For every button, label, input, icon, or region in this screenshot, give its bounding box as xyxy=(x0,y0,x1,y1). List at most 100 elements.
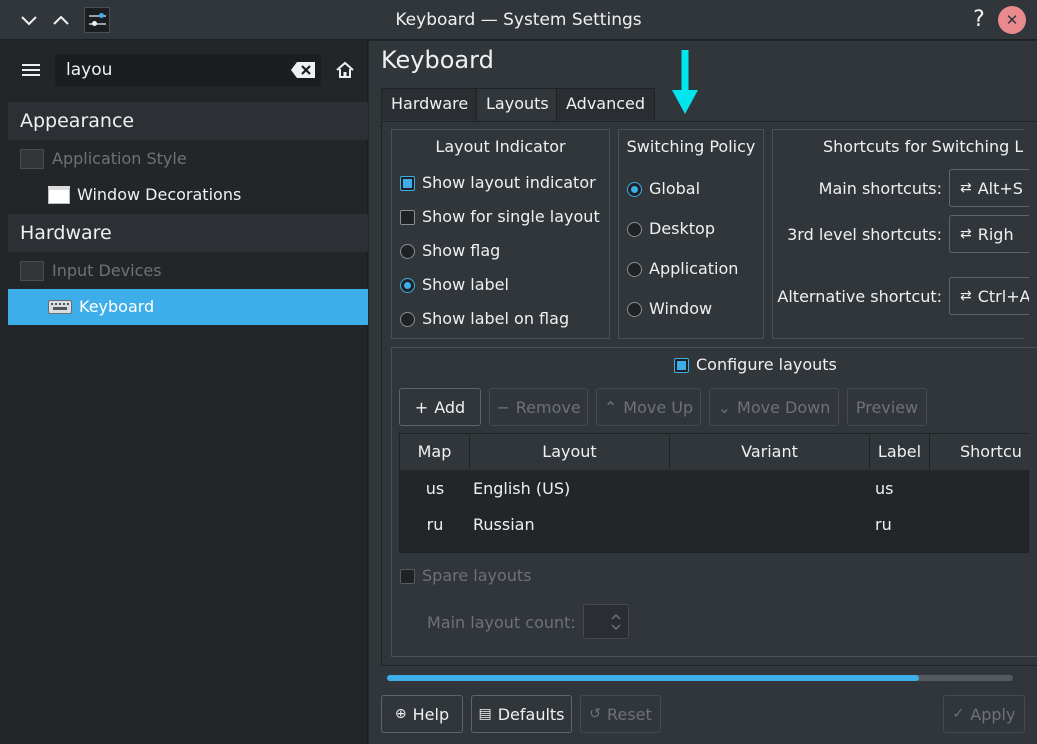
option-label: Show layout indicator xyxy=(422,173,596,192)
preview-button[interactable]: Preview xyxy=(847,388,927,426)
button-label: Move Down xyxy=(737,397,831,417)
sidebar-item-label: Input Devices xyxy=(52,261,162,280)
document-icon: ▤ xyxy=(478,706,492,722)
sidebar-item-window-decorations[interactable]: Window Decorations xyxy=(8,177,368,213)
button-label: Remove xyxy=(515,397,581,417)
table-cell-map: us xyxy=(425,479,445,498)
third-level-shortcuts-button[interactable]: ⇄ Righ xyxy=(949,215,1029,253)
option-label: Application xyxy=(649,259,739,278)
button-label: Move Up xyxy=(623,397,694,417)
window-title: Keyboard — System Settings xyxy=(395,10,642,30)
option-label: Spare layouts xyxy=(422,566,532,585)
lifebuoy-icon: ⊕ xyxy=(394,706,407,722)
option-label: Show for single layout xyxy=(422,207,600,226)
checkbox-unchecked xyxy=(400,209,415,225)
layout-indicator-title: Layout Indicator xyxy=(435,137,566,156)
help-icon[interactable]: ? xyxy=(966,6,992,34)
column-header-map[interactable]: Map xyxy=(400,434,470,470)
apply-button[interactable]: ✓ Apply xyxy=(943,695,1025,733)
search-input[interactable]: layou xyxy=(66,53,112,87)
page-title: Keyboard xyxy=(381,46,494,74)
clear-search-button[interactable] xyxy=(290,61,316,83)
button-label: Preview xyxy=(855,397,919,417)
tab-layouts[interactable]: Layouts xyxy=(476,88,559,121)
shortcut-config-icon: ⇄ xyxy=(960,226,972,242)
spinbox-value xyxy=(584,605,608,638)
home-icon xyxy=(336,61,354,78)
radio-unchecked xyxy=(627,221,642,237)
chevron-down-icon: ⌄ xyxy=(717,397,732,417)
policy-window-radio[interactable]: Window xyxy=(627,298,712,320)
policy-application-radio[interactable]: Application xyxy=(627,258,738,280)
spare-layouts-checkbox[interactable]: Spare layouts xyxy=(400,565,532,587)
close-button[interactable]: ✕ xyxy=(998,6,1026,34)
table-cell-map: ru xyxy=(426,515,444,534)
option-label: Show flag xyxy=(422,241,501,260)
option-label: Desktop xyxy=(649,219,715,238)
column-header-shortcut[interactable]: Shortcu xyxy=(930,434,1029,470)
switching-policy-title: Switching Policy xyxy=(626,137,756,156)
remove-layout-button[interactable]: − Remove xyxy=(489,388,588,426)
add-layout-button[interactable]: + Add xyxy=(399,388,481,426)
main-layout-count-label: Main layout count: xyxy=(427,613,576,632)
radio-unchecked xyxy=(627,261,642,277)
undo-icon: ↺ xyxy=(589,706,602,722)
hamburger-menu-button[interactable] xyxy=(22,62,40,82)
radio-unchecked xyxy=(400,243,415,259)
input-devices-icon xyxy=(20,261,44,281)
option-label: Window xyxy=(649,299,713,318)
tab-advanced[interactable]: Advanced xyxy=(556,88,656,120)
option-label: Global xyxy=(649,179,701,198)
show-layout-indicator-checkbox[interactable]: Show layout indicator xyxy=(400,172,596,194)
scrollbar-handle[interactable] xyxy=(387,675,919,681)
show-flag-radio[interactable]: Show flag xyxy=(400,240,500,262)
policy-desktop-radio[interactable]: Desktop xyxy=(627,218,715,240)
main-layout-count-spinbox[interactable] xyxy=(583,604,629,639)
main-shortcuts-button[interactable]: ⇄ Alt+S xyxy=(949,169,1029,207)
sidebar-item-label: Keyboard xyxy=(79,297,155,316)
configure-layouts-checkbox[interactable]: Configure layouts xyxy=(674,354,837,376)
move-up-button[interactable]: ⌃ Move Up xyxy=(596,388,701,426)
button-label: Defaults xyxy=(497,704,565,724)
backspace-icon xyxy=(291,62,315,78)
option-label: Configure layouts xyxy=(696,355,837,374)
sidebar-item-application-style: Application Style xyxy=(8,141,368,177)
shortcut-config-icon: ⇄ xyxy=(960,288,972,304)
show-label-radio[interactable]: Show label xyxy=(400,274,509,296)
checkbox-checked xyxy=(400,175,415,191)
keyboard-icon xyxy=(48,300,72,314)
table-cell-layout: Russian xyxy=(473,515,535,534)
hamburger-icon xyxy=(22,64,40,76)
radio-checked xyxy=(627,181,642,197)
show-label-on-flag-radio[interactable]: Show label on flag xyxy=(400,308,569,330)
alternative-shortcut-label: Alternative shortcut: xyxy=(777,287,942,306)
column-header-variant[interactable]: Variant xyxy=(670,434,870,470)
plus-icon: + xyxy=(414,397,429,417)
shortcut-config-icon: ⇄ xyxy=(960,180,972,196)
reset-button[interactable]: ↺ Reset xyxy=(580,695,661,733)
table-cell-label: ru xyxy=(875,515,892,534)
policy-global-radio[interactable]: Global xyxy=(627,178,700,200)
radio-unchecked xyxy=(627,301,642,317)
move-down-button[interactable]: ⌄ Move Down xyxy=(709,388,839,426)
help-button[interactable]: ⊕ Help xyxy=(381,695,463,733)
show-for-single-layout-checkbox[interactable]: Show for single layout xyxy=(400,206,600,228)
defaults-button[interactable]: ▤ Defaults xyxy=(471,695,572,733)
column-header-layout[interactable]: Layout xyxy=(470,434,670,470)
third-level-shortcuts-label: 3rd level shortcuts: xyxy=(787,225,942,244)
radio-checked xyxy=(400,277,415,293)
checkbox-checked xyxy=(674,357,689,373)
window-icon xyxy=(48,186,70,204)
button-label: Help xyxy=(412,704,450,724)
tab-hardware[interactable]: Hardware xyxy=(381,88,479,120)
main-shortcuts-label: Main shortcuts: xyxy=(818,179,942,198)
annotation-arrow-icon xyxy=(672,50,698,114)
spin-arrows-icon xyxy=(611,613,621,631)
sidebar-item-keyboard[interactable]: Keyboard xyxy=(8,289,368,325)
alternative-shortcut-button[interactable]: ⇄ Ctrl+A xyxy=(949,277,1029,315)
table-cell-layout: English (US) xyxy=(473,479,571,498)
option-label: Show label xyxy=(422,275,509,294)
button-label: Reset xyxy=(607,704,652,724)
column-header-label[interactable]: Label xyxy=(870,434,930,470)
home-button[interactable] xyxy=(335,61,355,83)
